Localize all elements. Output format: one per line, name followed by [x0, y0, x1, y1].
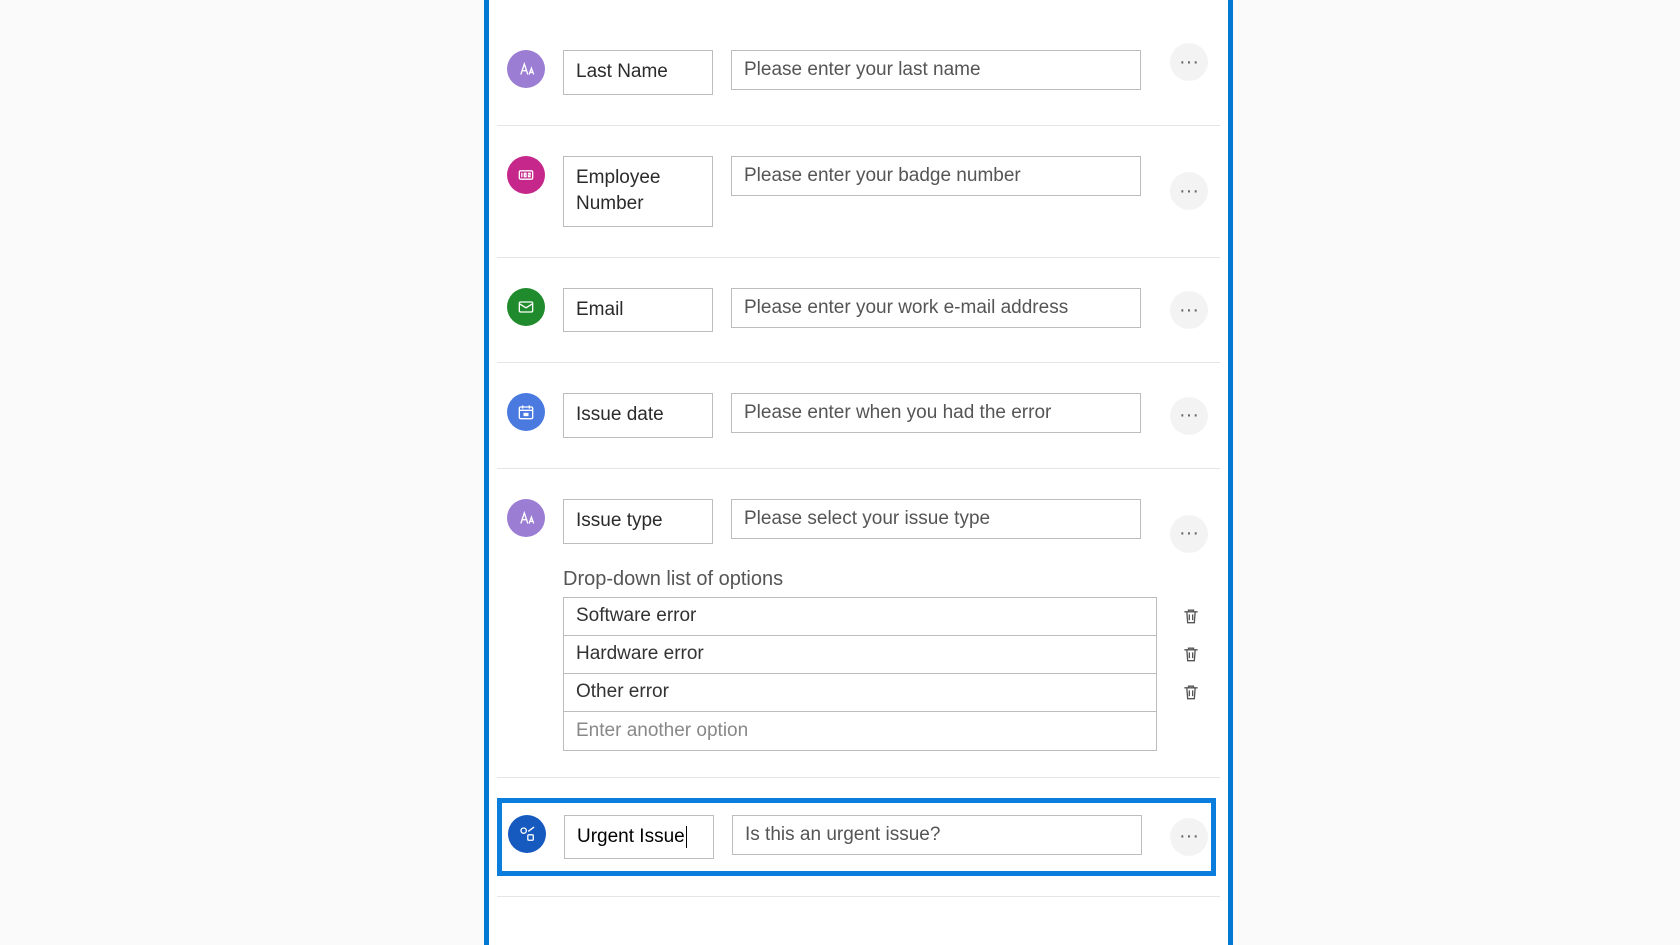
question-message-input[interactable]: Please enter your last name	[731, 50, 1141, 90]
delete-option-button[interactable]	[1181, 673, 1201, 711]
more-options-button[interactable]: ···	[1170, 172, 1208, 210]
add-option-input[interactable]: Enter another option	[564, 712, 1156, 750]
more-options-button[interactable]: ···	[1170, 818, 1208, 856]
text-caret	[686, 826, 687, 848]
dropdown-option[interactable]: Software error	[564, 598, 1156, 636]
question-last-name[interactable]: Last Name Please enter your last name ··…	[497, 0, 1220, 126]
multichoice-icon	[508, 815, 546, 853]
more-options-button[interactable]: ···	[1170, 291, 1208, 329]
question-message-input[interactable]: Please enter when you had the error	[731, 393, 1141, 433]
question-message-input[interactable]: Please select your issue type	[731, 499, 1141, 539]
question-issue-type[interactable]: Issue type Please select your issue type…	[497, 469, 1220, 778]
email-icon	[507, 288, 545, 326]
question-name-input[interactable]: Issue type	[563, 499, 713, 544]
dropdown-option[interactable]: Other error	[564, 674, 1156, 712]
question-name-text: Urgent Issue	[577, 824, 685, 851]
form-designer-canvas: Last Name Please enter your last name ··…	[484, 0, 1233, 945]
question-name-input[interactable]: Email	[563, 288, 713, 333]
text-icon	[507, 50, 545, 88]
question-name-input[interactable]: Employee Number	[563, 156, 713, 227]
question-urgent-issue[interactable]: Urgent Issue Is this an urgent issue? ··…	[497, 778, 1220, 898]
dropdown-options-heading: Drop-down list of options	[563, 568, 1220, 591]
question-name-input[interactable]: Issue date	[563, 393, 713, 438]
delete-option-button[interactable]	[1181, 597, 1201, 635]
question-name-input[interactable]: Urgent Issue	[564, 815, 714, 860]
question-message-input[interactable]: Is this an urgent issue?	[732, 815, 1142, 855]
question-name-input[interactable]: Last Name	[563, 50, 713, 95]
question-message-input[interactable]: Please enter your work e-mail address	[731, 288, 1141, 328]
more-options-button[interactable]: ···	[1170, 43, 1208, 81]
question-email[interactable]: Email Please enter your work e-mail addr…	[497, 258, 1220, 364]
selected-question-frame: Urgent Issue Is this an urgent issue?	[497, 798, 1216, 877]
question-issue-date[interactable]: Issue date Please enter when you had the…	[497, 363, 1220, 469]
more-options-button[interactable]: ···	[1170, 397, 1208, 435]
delete-option-button[interactable]	[1181, 635, 1201, 673]
question-employee-number[interactable]: Employee Number Please enter your badge …	[497, 126, 1220, 258]
question-message-input[interactable]: Please enter your badge number	[731, 156, 1141, 196]
dropdown-options-list: Software error Hardware error Other erro…	[563, 597, 1157, 751]
calendar-icon	[507, 393, 545, 431]
text-icon	[507, 499, 545, 537]
number-icon	[507, 156, 545, 194]
dropdown-option[interactable]: Hardware error	[564, 636, 1156, 674]
more-options-button[interactable]: ···	[1170, 515, 1208, 553]
